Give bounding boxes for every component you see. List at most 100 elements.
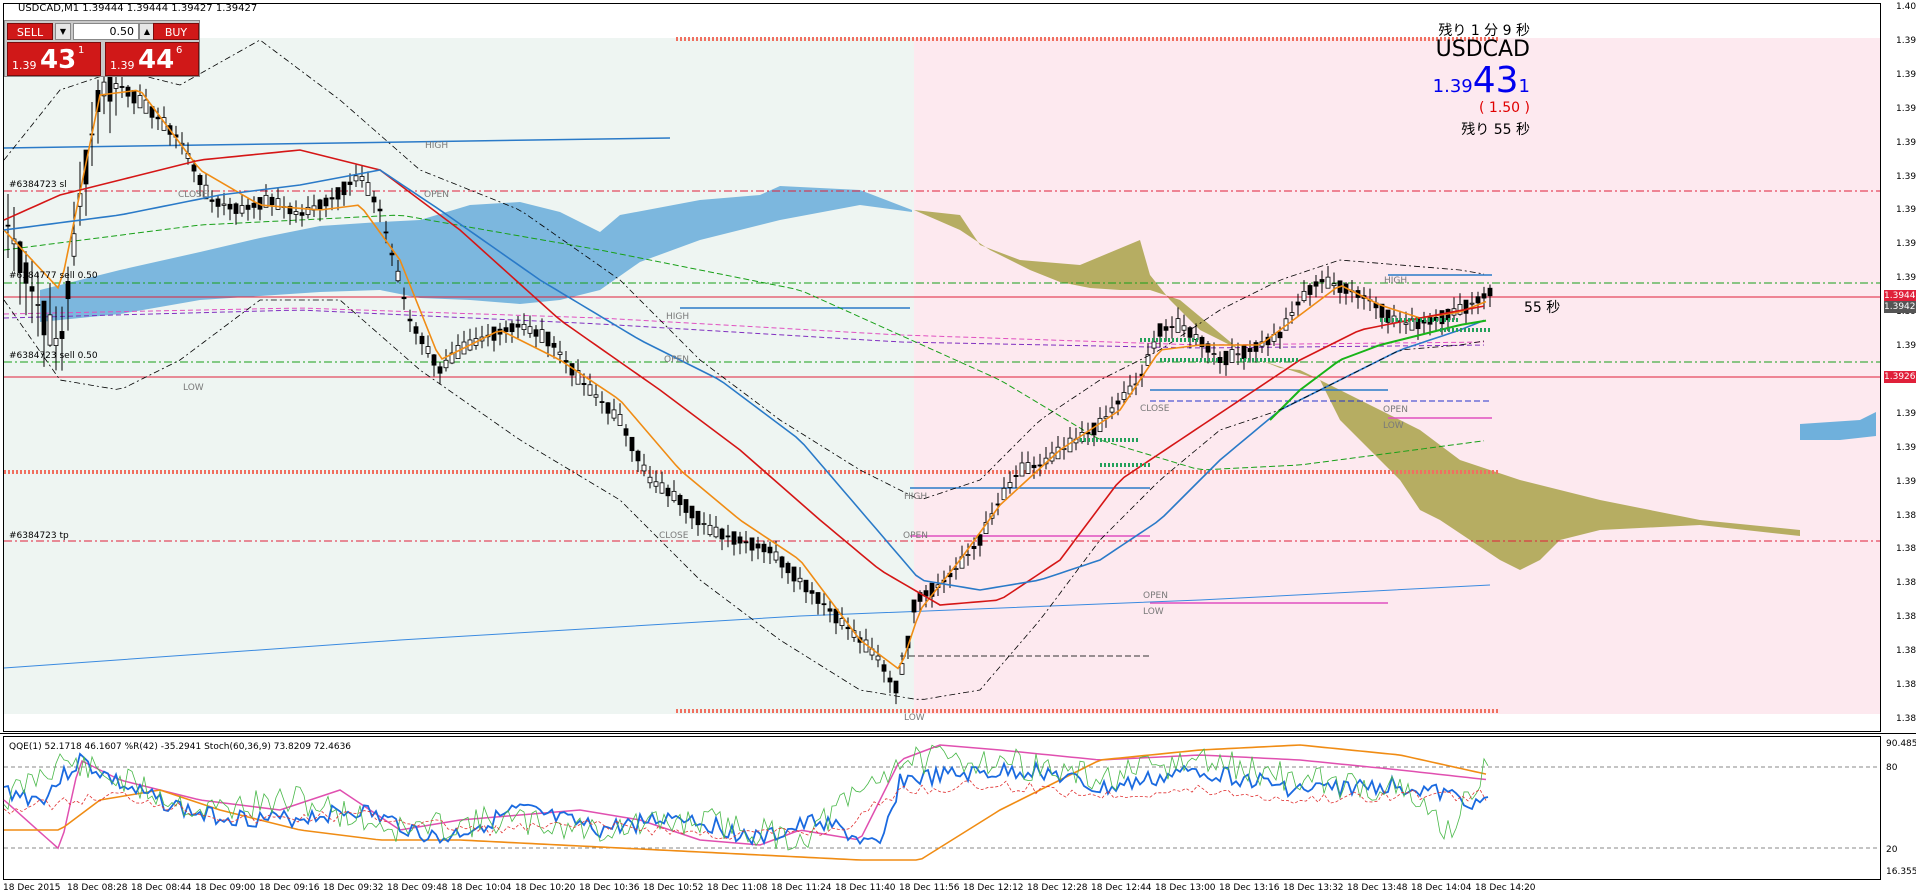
price-tick-label: 1.40070 [1896, 2, 1916, 12]
candle-body [593, 394, 599, 398]
candle-body [323, 197, 329, 207]
candle-body [1325, 276, 1331, 289]
bar-timer-seconds: 残り 55 秒 [1461, 122, 1530, 138]
candle-body [965, 554, 971, 557]
candle-body [1295, 301, 1301, 306]
candle-body [1121, 392, 1127, 400]
one-click-trading-panel: SELL ▼ 0.50 ▲ BUY 1.39 43 1 1.39 44 6 [4, 20, 200, 77]
order-sell-label-2: #6384723 sell 0.50 [9, 351, 98, 361]
candle-body [1331, 283, 1337, 287]
candle-body [1241, 345, 1247, 359]
candle-body [1157, 323, 1163, 337]
candle-body [251, 202, 257, 208]
price-tick-label: 1.39545 [1896, 239, 1916, 250]
time-tick-label: 18 Dec 14:20 [1475, 883, 1536, 893]
buy-button[interactable]: BUY [153, 23, 199, 40]
candle-body [299, 212, 305, 216]
candle-body [875, 655, 881, 661]
low-label-4: LOW [1383, 421, 1404, 431]
sell-price-pips: 43 [40, 45, 77, 75]
time-tick-label: 18 Dec 10:36 [579, 883, 640, 893]
price-pips: 43 [1472, 60, 1519, 101]
candle-body [413, 326, 419, 334]
oscillator-min-label: 16.3556 [1886, 867, 1916, 877]
candle-body [515, 323, 521, 328]
close-label-3: CLOSE [1140, 404, 1170, 414]
buy-price-button[interactable]: 1.39 44 6 [105, 42, 199, 76]
candle-body [119, 86, 125, 88]
price-prefix: 1.39 [1432, 76, 1473, 97]
price-chart[interactable] [0, 0, 1916, 896]
order-tp-label: #6384723 tp [9, 531, 69, 541]
price-tick-label: 1.38570 [1896, 680, 1916, 690]
price-tick-label: 1.39995 [1896, 35, 1916, 46]
candle-body [689, 505, 695, 519]
candle-body [611, 409, 617, 419]
candle-body [731, 531, 737, 545]
order-sl-label: #6384723 sl [9, 180, 67, 190]
candle-body [155, 116, 161, 120]
lot-size-input[interactable]: 0.50 [73, 23, 139, 40]
sell-price-button[interactable]: 1.39 43 1 [7, 42, 101, 76]
open-label-2: OPEN [664, 355, 689, 365]
candle-body [821, 603, 827, 606]
time-tick-label: 18 Dec 14:04 [1411, 883, 1472, 893]
candle-body [695, 510, 701, 526]
time-tick-label: 18 Dec 13:00 [1155, 883, 1216, 893]
candle-body [845, 626, 851, 630]
price-timer-label: 55 秒 [1524, 300, 1561, 316]
chart-background-right [914, 38, 1880, 714]
candle-body [1319, 279, 1325, 283]
time-tick-label: 18 Dec 11:40 [835, 883, 896, 893]
candle-body [41, 300, 47, 336]
candle-body [767, 546, 773, 554]
candle-body [221, 203, 227, 206]
candle-body [1211, 353, 1217, 356]
candle-body [431, 354, 437, 366]
candle-body [1007, 482, 1013, 488]
close-label-2: CLOSE [659, 531, 689, 541]
candle-body [275, 198, 281, 210]
spread-label: ( 1.50 ) [1479, 100, 1530, 116]
candle-body [533, 329, 539, 337]
candle-body [1151, 341, 1157, 349]
candle-body [29, 286, 35, 292]
order-sell-label: #6384777 sell 0.50 [9, 271, 98, 281]
oscillator-title: QQE(1) 52.1718 46.1607 %R(42) -35.2941 S… [9, 742, 352, 752]
candle-body [725, 535, 731, 538]
candle-body [605, 402, 611, 414]
candle-body [803, 579, 809, 593]
candle-body [353, 175, 359, 182]
sell-button[interactable]: SELL [7, 23, 53, 40]
candle-body [527, 326, 533, 334]
candle-body [425, 346, 431, 354]
candle-body [563, 360, 569, 363]
candle-body [419, 335, 425, 345]
candle-body [893, 680, 899, 694]
high-label-2: HIGH [666, 312, 690, 322]
candle-body [233, 203, 239, 214]
candle-body [317, 199, 323, 211]
candle-body [1247, 348, 1253, 352]
osc-qqe-orange [4, 744, 1487, 861]
candle-body [635, 450, 641, 462]
candle-body [1163, 326, 1169, 331]
candle-body [107, 73, 113, 102]
candle-body [1115, 400, 1121, 405]
candle-body [401, 296, 407, 300]
lot-decrease-button[interactable]: ▼ [55, 23, 71, 40]
candle-body [341, 181, 347, 196]
candle-body [677, 494, 683, 506]
chart-background-top [4, 4, 1880, 38]
candle-body [35, 304, 41, 306]
time-tick-label: 18 Dec 08:44 [131, 883, 192, 893]
low-label-3: LOW [1143, 607, 1164, 617]
candle-body [1481, 293, 1487, 299]
candle-body [437, 366, 443, 374]
candle-body [1025, 462, 1031, 474]
symbol-label: USDCAD [1435, 37, 1530, 62]
candle-body [1487, 287, 1493, 297]
time-tick-label: 18 Dec 09:32 [323, 883, 384, 893]
candle-body [1403, 322, 1409, 325]
candle-body [113, 83, 119, 89]
